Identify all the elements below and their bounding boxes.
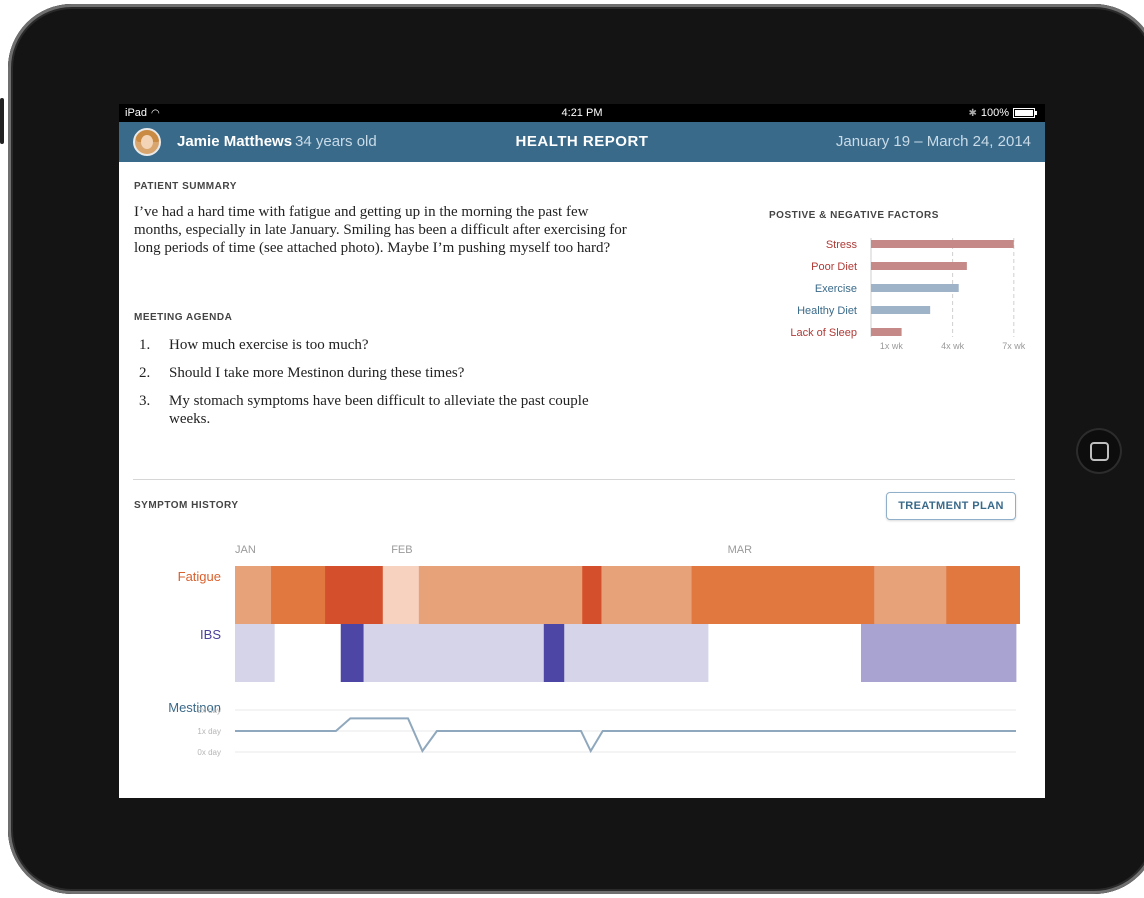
heatmap-cell	[274, 624, 342, 682]
month-label: JAN	[235, 544, 256, 556]
heatmap-cell	[340, 624, 364, 682]
heatmap-cell	[235, 624, 276, 682]
heatmap-cell	[271, 566, 326, 624]
home-button[interactable]	[1076, 428, 1122, 474]
home-button-icon	[1089, 441, 1109, 461]
heatmap-cell	[564, 624, 709, 682]
heatmap-cell	[582, 566, 602, 624]
symptom-history-chart: JAN FEB MARFatigueIBSMestinon2x day1x day0…	[168, 544, 1021, 757]
row-label: Fatigue	[178, 569, 221, 584]
mestinon-line	[235, 717, 1016, 754]
heatmap-cell	[946, 566, 1021, 624]
month-label: MAR	[728, 544, 753, 556]
heatmap-cell	[418, 566, 583, 624]
heatmap-cell	[708, 624, 862, 682]
heatmap-cell	[382, 566, 420, 624]
mestinon-tick-label: 0x day	[197, 748, 221, 757]
heatmap-cell	[325, 566, 384, 624]
row-label: IBS	[200, 627, 221, 642]
heatmap-cell	[601, 566, 692, 624]
mestinon-tick-label: 1x day	[197, 727, 221, 736]
heatmap-cell	[543, 624, 565, 682]
month-label: FEB	[391, 544, 412, 556]
screen: iPad ◠ 4:21 PM ✱ 100% Jamie Matthews 34 ye…	[119, 104, 1045, 798]
heatmap-cell	[363, 624, 545, 682]
heatmap-cell	[874, 566, 947, 624]
heatmap-cell	[861, 624, 1017, 682]
mestinon-tick-label: 2x day	[197, 706, 221, 715]
heatmap-cell	[691, 566, 875, 624]
heatmap-cell	[235, 566, 272, 624]
side-button[interactable]	[0, 98, 4, 144]
